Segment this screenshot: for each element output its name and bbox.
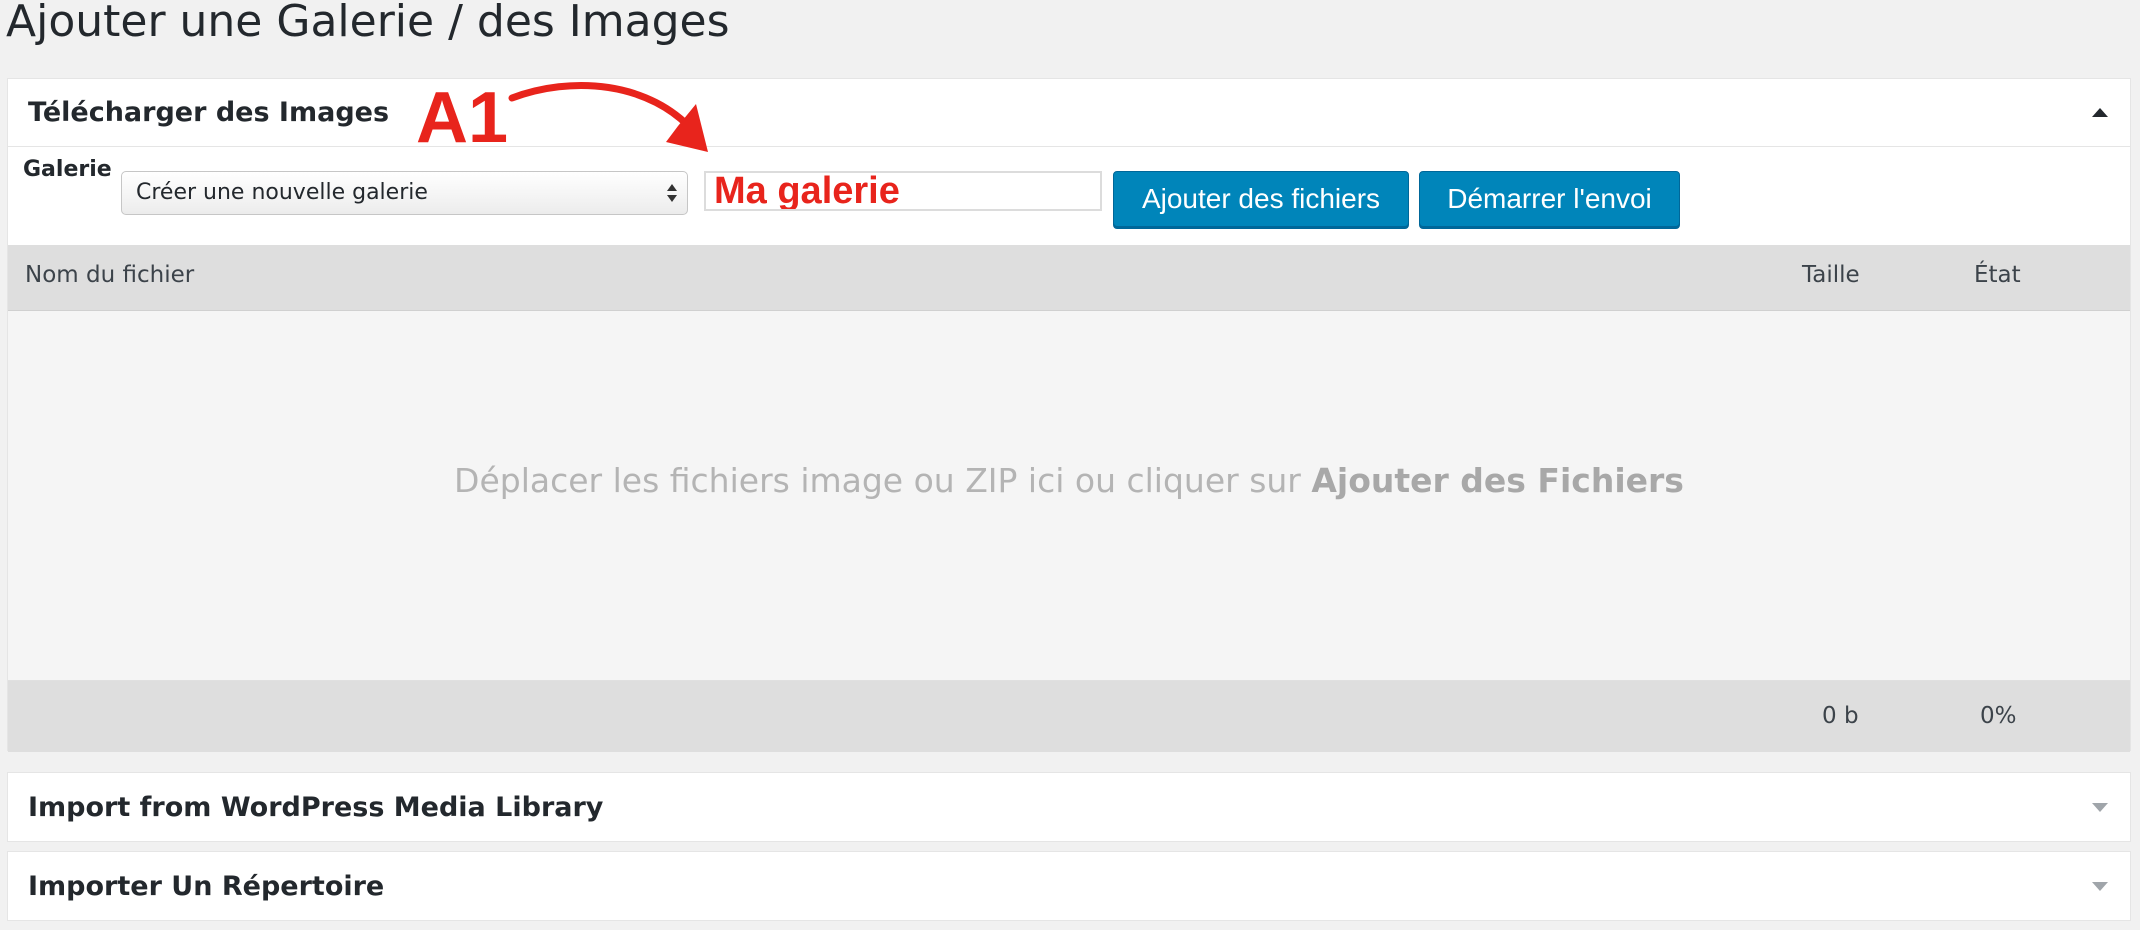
file-table-footer: 0 b 0% xyxy=(8,681,2130,752)
upload-panel-header[interactable]: Télécharger des Images xyxy=(8,79,2130,147)
wp-media-import-header[interactable]: Import from WordPress Media Library xyxy=(8,773,2130,841)
gallery-select[interactable]: Créer une nouvelle galerie xyxy=(121,171,688,215)
dropzone-text-main: Déplacer les fichiers image ou ZIP ici o… xyxy=(454,461,1312,500)
dropzone-text-bold: Ajouter des Fichiers xyxy=(1311,461,1684,500)
upload-panel-title: Télécharger des Images xyxy=(28,97,390,128)
upload-panel: Télécharger des Images Galerie Créer une… xyxy=(7,78,2131,752)
select-arrows-icon xyxy=(667,181,677,205)
gallery-label: Galerie xyxy=(23,157,112,182)
upload-progress: 0% xyxy=(1980,703,2017,729)
page-title: Ajouter une Galerie / des Images xyxy=(6,0,730,47)
dropzone-text: Déplacer les fichiers image ou ZIP ici o… xyxy=(8,461,2130,500)
column-header-size[interactable]: Taille xyxy=(1802,262,1860,288)
add-files-button[interactable]: Ajouter des fichiers xyxy=(1113,171,1409,227)
gallery-name-input[interactable] xyxy=(704,171,1102,211)
total-size: 0 b xyxy=(1822,703,1859,729)
directory-import-panel[interactable]: Importer Un Répertoire xyxy=(7,851,2131,921)
expand-arrow-icon[interactable] xyxy=(2092,882,2108,891)
file-dropzone[interactable]: Déplacer les fichiers image ou ZIP ici o… xyxy=(8,311,2130,681)
start-upload-button[interactable]: Démarrer l'envoi xyxy=(1419,171,1680,227)
file-table-header: Nom du fichier Taille État xyxy=(8,245,2130,311)
annotation-label: A1 xyxy=(416,78,509,158)
directory-import-header[interactable]: Importer Un Répertoire xyxy=(8,852,2130,920)
wp-media-import-panel[interactable]: Import from WordPress Media Library xyxy=(7,772,2131,842)
wp-media-import-title: Import from WordPress Media Library xyxy=(28,791,604,823)
directory-import-title: Importer Un Répertoire xyxy=(28,870,385,902)
gallery-select-value: Créer une nouvelle galerie xyxy=(136,180,428,205)
collapse-arrow-icon[interactable] xyxy=(2092,107,2108,117)
annotation-arrow-icon xyxy=(508,82,708,152)
column-header-name[interactable]: Nom du fichier xyxy=(25,262,194,288)
expand-arrow-icon[interactable] xyxy=(2092,803,2108,812)
column-header-state[interactable]: État xyxy=(1974,262,2021,288)
